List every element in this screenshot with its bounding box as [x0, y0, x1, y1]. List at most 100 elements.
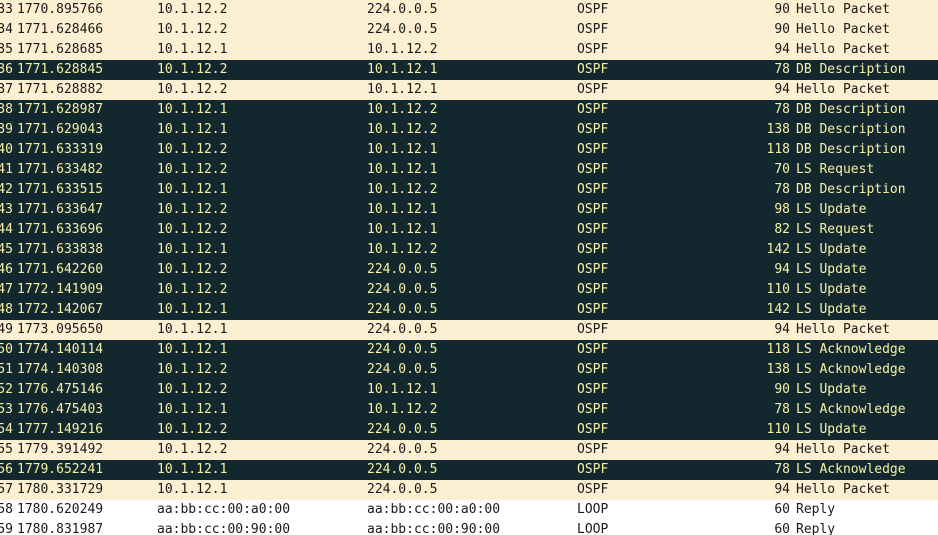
packet-row[interactable]: 59 1780.831987 aa:bb:cc:00:90:00 aa:bb:cc:0…: [0, 520, 938, 535]
packet-row[interactable]: 39 1771.629043 10.1.12.1 10.1.12.2 OSPF 138 DB…: [0, 120, 938, 140]
packet-protocol: OSPF: [577, 62, 609, 77]
packet-info: Reply: [796, 502, 836, 517]
packet-row[interactable]: 41 1771.633482 10.1.12.2 10.1.12.1 OSPF 70 LS …: [0, 160, 938, 180]
packet-length: 138: [766, 362, 790, 377]
packet-destination: 10.1.12.1: [367, 382, 438, 397]
packet-info: DB Description: [796, 182, 906, 197]
packet-length: 90: [774, 2, 790, 17]
packet-length: 94: [774, 262, 790, 277]
packet-row[interactable]: 38 1771.628987 10.1.12.1 10.1.12.2 OSPF 78 DB …: [0, 100, 938, 120]
packet-destination: 10.1.12.1: [367, 162, 438, 177]
packet-row[interactable]: 43 1771.633647 10.1.12.2 10.1.12.1 OSPF 98 LS …: [0, 200, 938, 220]
packet-time: 1771.628882: [17, 82, 104, 97]
packet-row[interactable]: 57 1780.331729 10.1.12.1 224.0.0.5 OSPF 94 Hel…: [0, 480, 938, 500]
packet-protocol: OSPF: [577, 482, 609, 497]
packet-number: 33: [0, 2, 13, 17]
packet-row[interactable]: 47 1772.141909 10.1.12.2 224.0.0.5 OSPF 110 LS…: [0, 280, 938, 300]
packet-protocol: OSPF: [577, 342, 609, 357]
packet-time: 1771.633319: [17, 142, 104, 157]
packet-protocol: OSPF: [577, 2, 609, 17]
packet-info: LS Update: [796, 422, 867, 437]
packet-time: 1780.331729: [17, 482, 104, 497]
packet-number: 43: [0, 202, 13, 217]
packet-info: LS Update: [796, 262, 867, 277]
packet-source: 10.1.12.2: [157, 62, 228, 77]
packet-protocol: OSPF: [577, 362, 609, 377]
packet-protocol: OSPF: [577, 382, 609, 397]
packet-info: LS Update: [796, 302, 867, 317]
packet-info: Hello Packet: [796, 22, 890, 37]
packet-number: 57: [0, 482, 13, 497]
packet-row[interactable]: 55 1779.391492 10.1.12.2 224.0.0.5 OSPF 94 Hel…: [0, 440, 938, 460]
packet-source: aa:bb:cc:00:a0:00: [157, 502, 291, 517]
packet-number: 34: [0, 22, 13, 37]
packet-info: LS Request: [796, 162, 875, 177]
packet-protocol: OSPF: [577, 422, 609, 437]
packet-number: 42: [0, 182, 13, 197]
packet-destination: 224.0.0.5: [367, 22, 438, 37]
packet-row[interactable]: 34 1771.628466 10.1.12.2 224.0.0.5 OSPF 90 Hel…: [0, 20, 938, 40]
packet-destination: 10.1.12.2: [367, 402, 438, 417]
packet-row[interactable]: 33 1770.895766 10.1.12.2 224.0.0.5 OSPF 90 Hel…: [0, 0, 938, 20]
packet-destination: 10.1.12.1: [367, 62, 438, 77]
packet-number: 55: [0, 442, 13, 457]
packet-row[interactable]: 58 1780.620249 aa:bb:cc:00:a0:00 aa:bb:cc:0…: [0, 500, 938, 520]
packet-source: aa:bb:cc:00:90:00: [157, 522, 291, 535]
packet-source: 10.1.12.2: [157, 162, 228, 177]
packet-row[interactable]: 56 1779.652241 10.1.12.1 224.0.0.5 OSPF 78 LS …: [0, 460, 938, 480]
packet-length: 78: [774, 62, 790, 77]
packet-row[interactable]: 52 1776.475146 10.1.12.2 10.1.12.1 OSPF 90 LS …: [0, 380, 938, 400]
packet-row[interactable]: 40 1771.633319 10.1.12.2 10.1.12.1 OSPF 118 DB…: [0, 140, 938, 160]
packet-row[interactable]: 45 1771.633838 10.1.12.1 10.1.12.2 OSPF 142 LS…: [0, 240, 938, 260]
packet-row[interactable]: 44 1771.633696 10.1.12.2 10.1.12.1 OSPF 82 LS …: [0, 220, 938, 240]
packet-source: 10.1.12.1: [157, 322, 228, 337]
packet-number: 38: [0, 102, 13, 117]
packet-row[interactable]: 36 1771.628845 10.1.12.2 10.1.12.1 OSPF 78 DB …: [0, 60, 938, 80]
packet-source: 10.1.12.1: [157, 482, 228, 497]
packet-row[interactable]: 54 1777.149216 10.1.12.2 224.0.0.5 OSPF 110 LS…: [0, 420, 938, 440]
packet-row[interactable]: 37 1771.628882 10.1.12.2 10.1.12.1 OSPF 94 Hel…: [0, 80, 938, 100]
packet-row[interactable]: 35 1771.628685 10.1.12.1 10.1.12.2 OSPF 94 Hel…: [0, 40, 938, 60]
packet-info: DB Description: [796, 62, 906, 77]
packet-destination: 10.1.12.2: [367, 102, 438, 117]
packet-source: 10.1.12.2: [157, 262, 228, 277]
packet-number: 50: [0, 342, 13, 357]
packet-time: 1777.149216: [17, 422, 104, 437]
packet-length: 110: [766, 422, 790, 437]
packet-source: 10.1.12.1: [157, 462, 228, 477]
packet-destination: 10.1.12.1: [367, 202, 438, 217]
packet-protocol: OSPF: [577, 42, 609, 57]
packet-time: 1771.628987: [17, 102, 104, 117]
packet-number: 47: [0, 282, 13, 297]
packet-number: 39: [0, 122, 13, 137]
packet-row[interactable]: 49 1773.095650 10.1.12.1 224.0.0.5 OSPF 94 Hel…: [0, 320, 938, 340]
packet-length: 90: [774, 382, 790, 397]
packet-length: 78: [774, 462, 790, 477]
packet-info: LS Acknowledge: [796, 362, 906, 377]
packet-info: Hello Packet: [796, 322, 890, 337]
packet-protocol: OSPF: [577, 82, 609, 97]
packet-number: 54: [0, 422, 13, 437]
packet-info: Hello Packet: [796, 82, 890, 97]
packet-destination: aa:bb:cc:00:a0:00: [367, 502, 501, 517]
packet-number: 41: [0, 162, 13, 177]
packet-length: 94: [774, 82, 790, 97]
packet-number: 40: [0, 142, 13, 157]
packet-time: 1774.140308: [17, 362, 104, 377]
packet-protocol: LOOP: [577, 502, 609, 517]
packet-destination: 224.0.0.5: [367, 262, 438, 277]
packet-row[interactable]: 42 1771.633515 10.1.12.1 10.1.12.2 OSPF 78 DB …: [0, 180, 938, 200]
packet-length: 60: [774, 522, 790, 535]
packet-time: 1771.629043: [17, 122, 104, 137]
packet-row[interactable]: 53 1776.475403 10.1.12.1 10.1.12.2 OSPF 78 LS …: [0, 400, 938, 420]
packet-row[interactable]: 50 1774.140114 10.1.12.1 224.0.0.5 OSPF 118 LS…: [0, 340, 938, 360]
packet-row[interactable]: 46 1771.642260 10.1.12.2 224.0.0.5 OSPF 94 LS …: [0, 260, 938, 280]
packet-length: 98: [774, 202, 790, 217]
packet-row[interactable]: 48 1772.142067 10.1.12.1 224.0.0.5 OSPF 142 LS…: [0, 300, 938, 320]
packet-row[interactable]: 51 1774.140308 10.1.12.2 224.0.0.5 OSPF 138 LS…: [0, 360, 938, 380]
packet-length: 142: [766, 302, 790, 317]
packet-list[interactable]: 33 1770.895766 10.1.12.2 224.0.0.5 OSPF 90 Hel…: [0, 0, 938, 535]
packet-length: 118: [766, 342, 790, 357]
packet-number: 53: [0, 402, 13, 417]
packet-time: 1771.633482: [17, 162, 104, 177]
